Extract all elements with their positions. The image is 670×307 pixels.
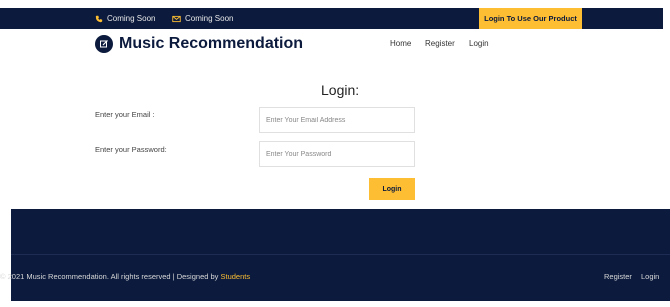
footer-divider [11,254,670,255]
nav-home[interactable]: Home [390,39,411,48]
email-label: Enter your Email : [95,110,155,119]
envelope-icon [172,15,181,23]
password-label: Enter your Password: [95,145,167,154]
contact-email-text: Coming Soon [185,14,234,23]
copyright-text: © 2021 Music Recommendation. All rights … [0,272,221,281]
login-cta-button[interactable]: Login To Use Our Product [479,8,582,29]
phone-icon [95,15,103,23]
nav-login[interactable]: Login [469,39,489,48]
email-input[interactable] [259,107,415,133]
footer: © 2021 Music Recommendation. All rights … [0,209,670,301]
brand[interactable]: Music Recommendation [95,35,303,53]
contact-phone-text: Coming Soon [107,14,156,23]
brand-title: Music Recommendation [119,35,304,52]
footer-register-link[interactable]: Register [604,272,632,281]
contact-email: Coming Soon [172,8,233,29]
contact-phone: Coming Soon [95,8,155,29]
edit-icon [95,35,113,53]
footer-login-link[interactable]: Login [641,272,659,281]
designer-link[interactable]: Students [221,272,251,281]
top-bar: Coming Soon Coming Soon Login To Use Our… [0,8,663,29]
login-heading: Login: [321,82,360,98]
password-input[interactable] [259,141,415,167]
login-button[interactable]: Login [369,178,415,200]
nav-register[interactable]: Register [425,39,455,48]
copyright: © 2021 Music Recommendation. All rights … [0,272,250,281]
